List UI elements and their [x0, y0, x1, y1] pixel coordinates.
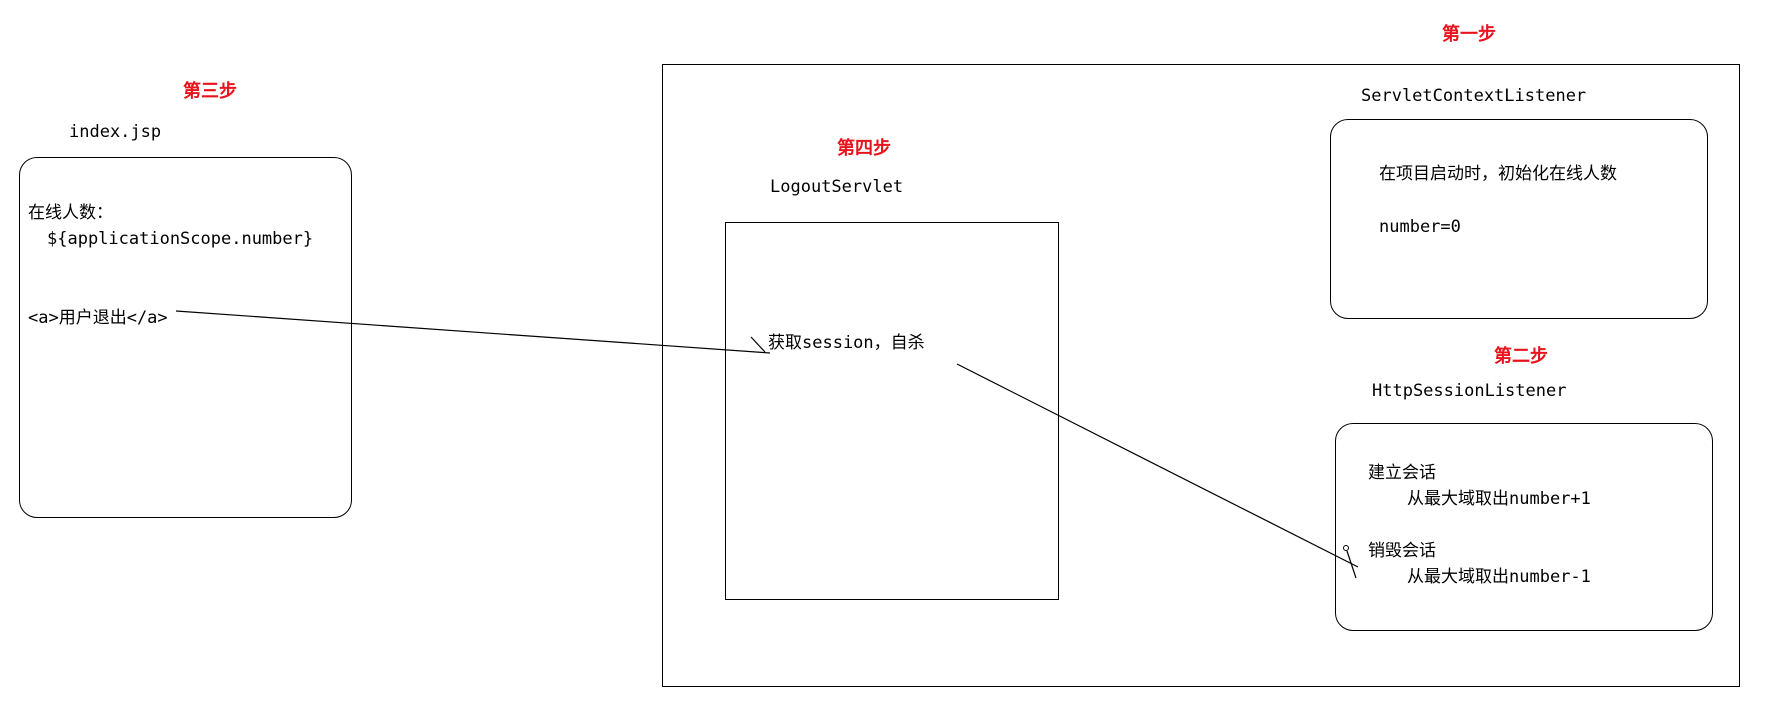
online-count-label: 在线人数：	[28, 203, 113, 223]
session-destroyed-action: 从最大域取出number-1	[1407, 567, 1591, 587]
session-listener-title: HttpSessionListener	[1372, 381, 1567, 401]
logout-link[interactable]: <a>用户退出</a>	[28, 305, 168, 331]
context-listener-title: ServletContextListener	[1361, 86, 1587, 106]
session-created-action: 从最大域取出number+1	[1407, 489, 1591, 509]
online-count-expression: ${applicationScope.number}	[47, 229, 314, 249]
logout-servlet-title: LogoutServlet	[770, 177, 904, 197]
invalidate-session-text: 获取session，自杀	[768, 333, 925, 353]
index-jsp-box: 在线人数： ${applicationScope.number} <a>用户退出…	[19, 157, 352, 518]
context-init-text: 在项目启动时，初始化在线人数	[1379, 164, 1617, 184]
step-three-label: 第三步	[183, 81, 237, 102]
number-init-text: number=0	[1379, 217, 1461, 237]
session-destroyed-label: 销毁会话	[1368, 541, 1436, 561]
step-one-label: 第一步	[1442, 24, 1496, 45]
context-listener-box: 在项目启动时，初始化在线人数 number=0	[1330, 119, 1708, 319]
session-created-label: 建立会话	[1368, 463, 1436, 483]
index-jsp-title: index.jsp	[69, 122, 162, 142]
logout-servlet-box: 获取session，自杀	[725, 222, 1059, 600]
session-listener-box: 建立会话 从最大域取出number+1 销毁会话 从最大域取出number-1	[1335, 423, 1713, 631]
